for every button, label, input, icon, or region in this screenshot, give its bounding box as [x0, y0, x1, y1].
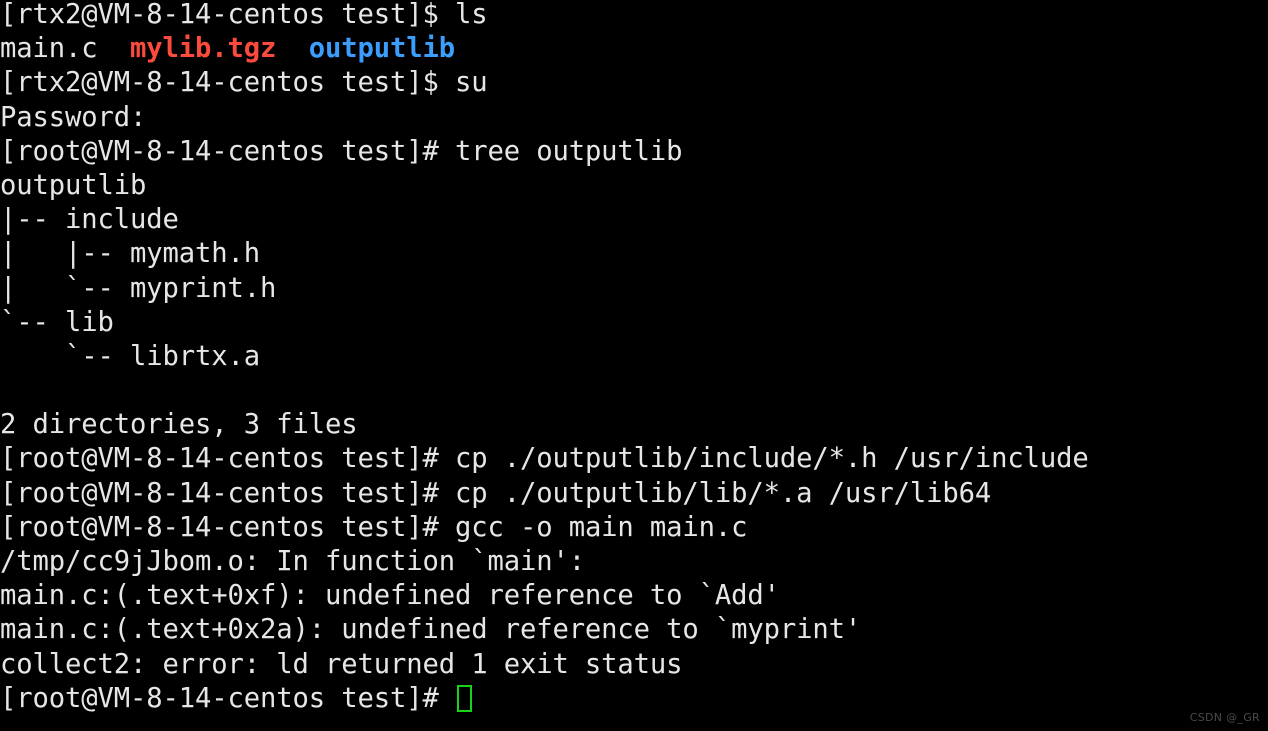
line-01-prompt-ls: [rtx2@VM-8-14-centos test]$ ls	[0, 0, 1268, 32]
text-segment: Password:	[0, 101, 147, 133]
terminal-output-area[interactable]: [rtx2@VM-8-14-centos test]$ ls main.c myl…	[0, 0, 1268, 716]
line-07-tree-include: |-- include	[0, 203, 1268, 237]
text-segment: cp ./outputlib/lib/*.a /usr/lib64	[454, 477, 992, 509]
line-06-tree-root: outputlib	[0, 169, 1268, 203]
text-segment: [root@VM-8-14-centos test]#	[0, 511, 455, 543]
text-segment	[0, 375, 16, 406]
text-segment: |-- include	[0, 204, 179, 236]
text-segment: ls	[454, 0, 488, 30]
line-10-tree-lib: `-- lib	[0, 306, 1268, 340]
line-15-prompt-cp-lib: [root@VM-8-14-centos test]# cp ./outputl…	[0, 477, 1268, 511]
text-segment: gcc -o main main.c	[454, 511, 748, 543]
line-08-tree-mymath: | |-- mymath.h	[0, 237, 1268, 271]
line-09-tree-myprint: | `-- myprint.h	[0, 272, 1268, 306]
line-11-tree-librtx: `-- librtx.a	[0, 340, 1268, 374]
text-segment: [root@VM-8-14-centos test]#	[0, 682, 455, 714]
text-segment: | `-- myprint.h	[0, 272, 277, 304]
text-segment: main.c:(.text+0x2a): undefined reference…	[0, 614, 862, 646]
line-14-prompt-cp-include: [root@VM-8-14-centos test]# cp ./outputl…	[0, 442, 1268, 476]
line-04-password: Password:	[0, 101, 1268, 135]
text-segment: outputlib	[0, 169, 147, 201]
text-segment: mylib.tgz	[130, 33, 277, 65]
text-segment: [root@VM-8-14-centos test]#	[0, 443, 455, 475]
text-cursor[interactable]	[456, 684, 472, 712]
line-18-err-undefined-add: main.c:(.text+0xf): undefined reference …	[0, 579, 1268, 613]
text-segment: 2 directories, 3 files	[0, 409, 358, 441]
text-segment: [root@VM-8-14-centos test]#	[0, 135, 455, 167]
line-19-err-undefined-myprint: main.c:(.text+0x2a): undefined reference…	[0, 613, 1268, 647]
line-21-prompt-cursor: [root@VM-8-14-centos test]#	[0, 682, 1268, 716]
line-20-err-collect2: collect2: error: ld returned 1 exit stat…	[0, 648, 1268, 682]
text-segment: [rtx2@VM-8-14-centos test]$	[0, 67, 455, 99]
text-segment	[276, 33, 309, 64]
line-12-blank	[0, 374, 1268, 408]
text-segment: collect2: error: ld returned 1 exit stat…	[0, 648, 683, 680]
text-segment: outputlib	[308, 33, 455, 65]
text-segment: su	[454, 67, 488, 99]
text-segment: cp ./outputlib/include/*.h /usr/include	[454, 443, 1089, 475]
text-segment: `-- librtx.a	[0, 340, 260, 372]
text-segment: `-- lib	[0, 306, 114, 338]
text-segment: [rtx2@VM-8-14-centos test]$	[0, 0, 455, 30]
line-13-tree-summary: 2 directories, 3 files	[0, 408, 1268, 442]
csdn-watermark: CSDN @_GR	[1189, 711, 1260, 724]
text-segment: main.c:(.text+0xf): undefined reference …	[0, 580, 780, 612]
text-segment: main.c	[0, 33, 130, 65]
text-segment: [root@VM-8-14-centos test]#	[0, 477, 455, 509]
line-17-err-infunction: /tmp/cc9jJbom.o: In function `main':	[0, 545, 1268, 579]
text-segment: tree outputlib	[454, 135, 683, 167]
line-03-prompt-su: [rtx2@VM-8-14-centos test]$ su	[0, 66, 1268, 100]
text-segment: | |-- mymath.h	[0, 238, 260, 270]
line-16-prompt-gcc: [root@VM-8-14-centos test]# gcc -o main …	[0, 511, 1268, 545]
line-05-prompt-tree: [root@VM-8-14-centos test]# tree outputl…	[0, 135, 1268, 169]
text-segment: /tmp/cc9jJbom.o: In function `main':	[0, 546, 585, 577]
terminal-window[interactable]: [rtx2@VM-8-14-centos test]$ ls main.c myl…	[0, 0, 1268, 731]
line-02-ls-output: main.c mylib.tgz outputlib	[0, 32, 1268, 66]
